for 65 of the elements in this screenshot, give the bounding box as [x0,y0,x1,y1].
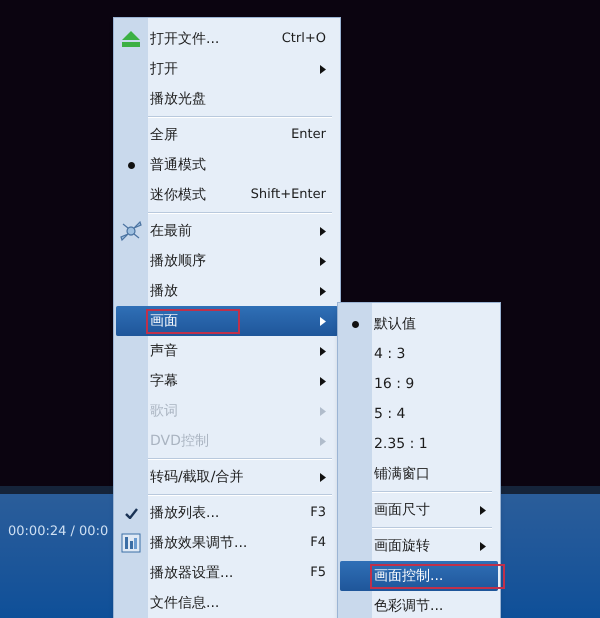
shortcut-label: F3 [310,504,326,522]
eject-icon [121,30,141,48]
menu-item[interactable]: 普通模式 [116,150,338,180]
time-display: 00:00:24 / 00:0 [8,523,108,541]
menu-item-label: 播放顺序 [149,252,207,270]
menu-item-label: 播放效果调节... [149,534,248,552]
menu-item-label: 迷你模式 [149,186,207,204]
menu-item[interactable]: 播放效果调节... F4 [116,528,338,558]
menu-item-label: 打开文件... [149,30,220,48]
menu-item[interactable]: 播放器设置... F5 [116,558,338,588]
menu-item[interactable]: 4 : 3 [340,339,498,369]
menu-item-label: 播放光盘 [149,90,207,108]
menu-item[interactable]: 5 : 4 [340,399,498,429]
menu-item-label: 5 : 4 [373,404,406,424]
menu-item-label: 色彩调节... [373,596,444,616]
menu-item[interactable]: 全屏 Enter [116,120,338,150]
menu-item[interactable]: 2.35 : 1 [340,429,498,459]
menu-item[interactable]: 画面旋转 [340,531,498,561]
shortcut-label: Ctrl+O [282,30,326,48]
menu-item-label: 歌词 [149,402,179,420]
menu-item[interactable]: 打开 [116,54,338,84]
menu-item-label: 普通模式 [149,156,207,174]
menu-item[interactable]: 默认值 [340,309,498,339]
menu-item[interactable]: 文件信息... [116,588,338,618]
menu-item[interactable]: 播放顺序 [116,246,338,276]
menu-item-label: 4 : 3 [373,344,406,364]
menu-item-label: 默认值 [373,314,417,334]
menu-item[interactable]: 播放光盘 [116,84,338,114]
shortcut-label: Enter [291,126,326,144]
menu-item-label: 字幕 [149,372,179,390]
shortcut-label: F5 [310,564,326,582]
menu-item-label: 声音 [149,342,179,360]
menu-item-label: 画面 [148,310,238,332]
menu-item-label: 画面尺寸 [373,500,431,520]
menu-item-label: 播放器设置... [149,564,234,582]
menu-item[interactable]: 在最前 [116,216,338,246]
menu-item[interactable]: 色彩调节... [340,591,498,618]
menu-item[interactable]: 声音 [116,336,338,366]
menu-item-label: 转码/截取/合并 [149,468,244,486]
menu-item-label: 播放列表... [149,504,220,522]
equalizer-icon [121,533,141,553]
menu-item[interactable]: 转码/截取/合并 [116,462,338,492]
menu-item-label: 打开 [149,60,179,78]
pin-icon [120,220,142,242]
menu-item[interactable]: 打开文件... Ctrl+O [116,24,338,54]
menu-item[interactable]: 画面尺寸 [340,495,498,525]
menu-item-label: 2.35 : 1 [373,434,429,454]
menu-item[interactable]: 迷你模式 Shift+Enter [116,180,338,210]
menu-item[interactable]: 字幕 [116,366,338,396]
menu-item-label: 文件信息... [149,594,220,612]
menu-item-label: 铺满窗口 [373,464,431,484]
menu-item-label: 16 : 9 [373,374,416,394]
check-icon [124,508,138,518]
menu-item-label: 播放 [149,282,179,300]
menu-item-label: 全屏 [149,126,179,144]
menu-item[interactable]: 播放列表... F3 [116,498,338,528]
menu-item[interactable]: 16 : 9 [340,369,498,399]
menu-item[interactable]: 画面 [116,306,338,336]
menu-item[interactable]: 播放 [116,276,338,306]
menu-item-label: DVD控制 [149,432,210,450]
menu-item[interactable]: 铺满窗口 [340,459,498,489]
shortcut-label: Shift+Enter [250,186,326,204]
shortcut-label: F4 [310,534,326,552]
menu-item-label: 在最前 [149,222,193,240]
menu-item-label: 画面旋转 [373,536,431,556]
